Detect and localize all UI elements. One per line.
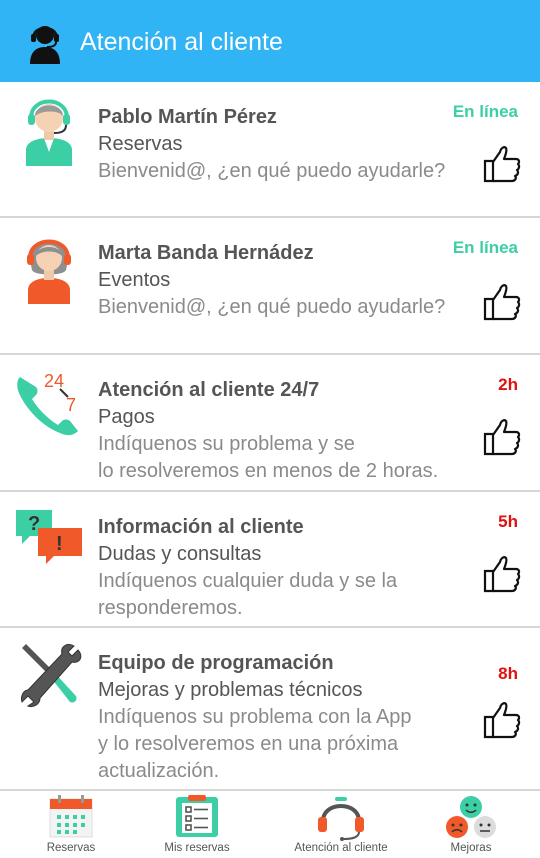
contact-texts: Atención al cliente 24/7 Pagos Indíqueno… [98, 377, 478, 485]
calendar-icon [49, 795, 93, 838]
app-header: Atención al cliente [0, 0, 540, 82]
thumbs-up-icon[interactable] [482, 144, 522, 184]
status-badge: 8h [498, 664, 518, 683]
contact-texts: Equipo de programación Mejoras y problem… [98, 650, 478, 785]
contact-item-24-7[interactable]: 24 7 Atención al cliente 24/7 Pagos Indí… [0, 355, 540, 492]
status-badge: En línea [452, 238, 518, 257]
status-badge: 2h [498, 375, 518, 394]
contact-department: Pagos [98, 406, 155, 428]
tab-mis-reservas[interactable]: Mis reservas [146, 791, 248, 858]
contact-message: Bienvenid@, ¿en qué puedo ayudarle? [98, 296, 446, 318]
checklist-icon [176, 795, 218, 837]
thumbs-up-icon[interactable] [482, 554, 522, 594]
tab-mejoras[interactable]: Mejoras [420, 791, 522, 858]
tools-icon [21, 643, 82, 707]
svg-text:!: ! [56, 533, 63, 555]
headset-icon [318, 797, 364, 841]
contact-texts: Marta Banda Hernádez Eventos Bienvenid@,… [98, 240, 478, 321]
phone-24-7-icon: 24 7 [17, 371, 78, 436]
contact-department: Reservas [98, 133, 183, 155]
thumbs-up-icon[interactable] [482, 417, 522, 457]
contact-department: Dudas y consultas [98, 543, 262, 565]
page-title: Atención al cliente [80, 28, 283, 56]
female-agent-avatar [27, 239, 71, 304]
svg-text:24: 24 [44, 371, 64, 391]
contact-message: Bienvenid@, ¿en qué puedo ayudarle? [98, 160, 446, 182]
contact-texts: Información al cliente Dudas y consultas… [98, 514, 478, 622]
contact-message: Indíquenos cualquier duda y se la [98, 570, 398, 592]
contact-message: Indíquenos su problema con la App [98, 706, 412, 728]
contact-name: Pablo Martín Pérez [98, 106, 277, 128]
status-badge: En línea [452, 102, 518, 121]
tab-reservas[interactable]: Reservas [20, 791, 122, 858]
contact-name: Atención al cliente 24/7 [98, 379, 320, 401]
contact-department: Mejoras y problemas técnicos [98, 679, 363, 701]
contact-message: y lo resolveremos en una próxima [98, 733, 399, 755]
tab-label: Atención al cliente [294, 842, 388, 854]
contact-name: Marta Banda Hernádez [98, 242, 314, 264]
contact-item-dev[interactable]: Equipo de programación Mejoras y problem… [0, 628, 540, 790]
thumbs-up-icon[interactable] [482, 282, 522, 322]
male-agent-avatar [26, 99, 72, 166]
bottom-tab-bar: Reservas Mis reservas Atención al client… [0, 789, 540, 858]
contact-name: Información al cliente [98, 516, 304, 538]
contact-item-info[interactable]: ? ! Información al cliente Dudas y consu… [0, 492, 540, 628]
contact-item-marta[interactable]: Marta Banda Hernádez Eventos Bienvenid@,… [0, 218, 540, 355]
contact-department: Eventos [98, 269, 171, 291]
contact-message: actualización. [98, 760, 220, 782]
headset-user-icon [30, 26, 60, 64]
chat-bubbles-icon: ? ! [16, 510, 82, 564]
tab-label: Mejoras [450, 842, 492, 854]
contact-message: lo resolveremos en menos de 2 horas. [98, 460, 439, 482]
contact-list: Pablo Martín Pérez Reservas Bienvenid@, … [0, 82, 540, 790]
status-badge: 5h [498, 512, 518, 531]
svg-text:7: 7 [66, 395, 76, 415]
thumbs-up-icon[interactable] [482, 700, 522, 740]
tab-label: Reservas [46, 842, 96, 854]
tab-label: Mis reservas [164, 842, 230, 854]
contact-texts: Pablo Martín Pérez Reservas Bienvenid@, … [98, 104, 478, 185]
contact-name: Equipo de programación [98, 652, 334, 674]
tab-atencion-cliente[interactable]: Atención al cliente [282, 791, 400, 858]
contact-message: responderemos. [98, 597, 243, 619]
contact-message: Indíquenos su problema y se [98, 433, 355, 455]
contact-item-pablo[interactable]: Pablo Martín Pérez Reservas Bienvenid@, … [0, 82, 540, 218]
smileys-icon [446, 796, 496, 838]
